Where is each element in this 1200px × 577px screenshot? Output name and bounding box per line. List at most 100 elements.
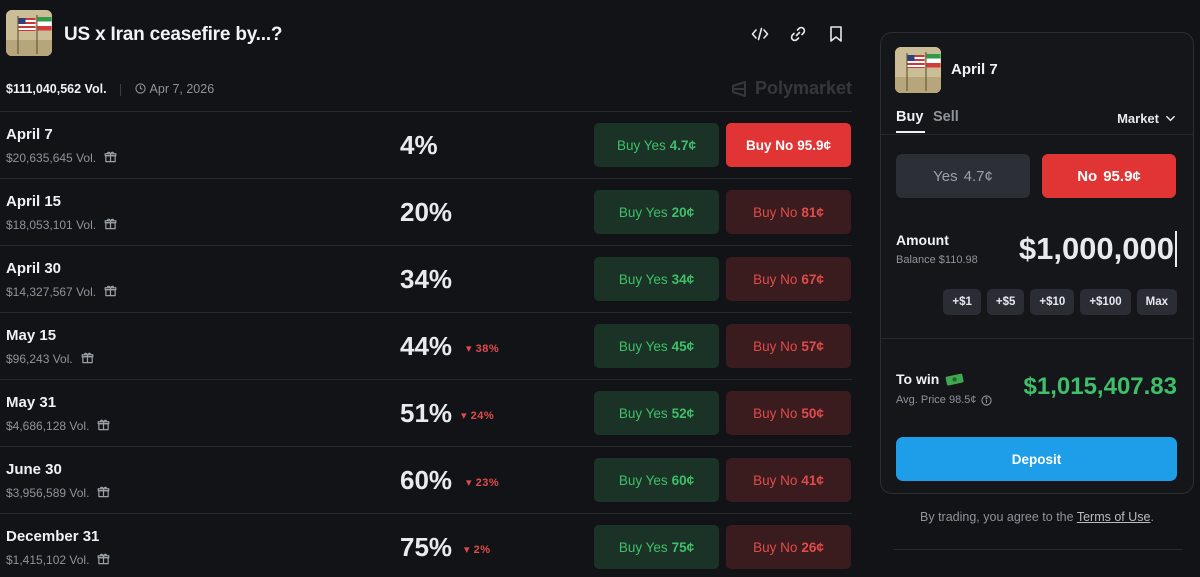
amount-input[interactable]: $1,000,000 <box>1019 231 1177 267</box>
outcome-row[interactable]: June 30 $3,956,589 Vol. 60% ▾ 23% Buy Ye… <box>0 446 852 513</box>
no-label: No <box>1077 167 1098 185</box>
panel-thumbnail <box>895 47 941 93</box>
probability-change: ▾ 38% <box>466 343 500 355</box>
buy-no-button[interactable]: Buy No 95.9¢ <box>726 123 851 167</box>
link-icon[interactable] <box>788 24 808 44</box>
buy-no-button[interactable]: Buy No 81¢ <box>726 190 851 234</box>
outcome-row[interactable]: December 31 $1,415,102 Vol. 75% ▾ 2% Buy… <box>0 513 852 577</box>
outcome-row[interactable]: April 30 $14,327,567 Vol. 34% Buy Yes 34¢… <box>0 245 852 312</box>
buy-no-label: Buy No <box>753 472 798 488</box>
gift-icon <box>97 485 110 501</box>
market-thumbnail <box>6 10 52 56</box>
tabs-divider <box>881 134 1193 135</box>
buy-yes-price: 20¢ <box>671 204 695 220</box>
outcome-volume: $1,415,102 Vol. <box>6 552 110 568</box>
buy-yes-button[interactable]: Buy Yes 52¢ <box>594 391 719 435</box>
to-win-text: To win <box>896 371 940 387</box>
order-type-label: Market <box>1117 111 1159 126</box>
outcome-row[interactable]: April 15 $18,053,101 Vol. 20% Buy Yes 20¢… <box>0 178 852 245</box>
buy-yes-button[interactable]: Buy Yes 45¢ <box>594 324 719 368</box>
gift-icon <box>97 418 110 434</box>
outcome-row[interactable]: April 7 $20,635,645 Vol. 4% Buy Yes 4.7¢ … <box>0 111 852 178</box>
buy-yes-button[interactable]: Buy Yes 34¢ <box>594 257 719 301</box>
terms-suffix: . <box>1150 510 1154 524</box>
outcome-row[interactable]: May 15 $96,243 Vol. 44% ▾ 38% Buy Yes 45¢… <box>0 312 852 379</box>
quick-add-100-button[interactable]: +$100 <box>1080 289 1131 315</box>
balance-text: Balance $110.98 <box>896 254 978 266</box>
outcome-probability: 34% <box>400 264 453 294</box>
buy-no-price: 26¢ <box>801 539 824 555</box>
outcome-yes-toggle[interactable]: Yes 4.7¢ <box>896 154 1030 198</box>
quick-add-5-button[interactable]: +$5 <box>986 289 1025 315</box>
quick-amounts: +$1 +$5 +$10 +$100 Max <box>943 289 1177 315</box>
buy-yes-button[interactable]: Buy Yes 4.7¢ <box>594 123 719 167</box>
gift-icon <box>97 552 110 568</box>
market-header: US x Iran ceasefire by...? <box>6 10 852 60</box>
info-icon[interactable] <box>980 394 992 406</box>
terms-of-use-link[interactable]: Terms of Use <box>1077 510 1151 524</box>
outcome-volume: $4,686,128 Vol. <box>6 418 110 434</box>
outcome-volume: $20,635,645 Vol. <box>6 150 117 166</box>
outcome-volume-text: $96,243 Vol. <box>6 352 73 366</box>
polymarket-logo-icon <box>731 80 746 97</box>
market-title: US x Iran ceasefire by...? <box>64 24 283 45</box>
quick-add-10-button[interactable]: +$10 <box>1030 289 1075 315</box>
probability-change: ▾ 23% <box>466 477 500 489</box>
buy-yes-price: 75¢ <box>671 539 695 555</box>
outcome-volume-text: $4,686,128 Vol. <box>6 419 90 433</box>
yes-label: Yes <box>933 167 958 185</box>
buy-yes-price: 52¢ <box>671 405 695 421</box>
buy-yes-button[interactable]: Buy Yes 20¢ <box>594 190 719 234</box>
gift-icon <box>104 150 117 166</box>
outcome-probability: 60% <box>400 465 453 495</box>
max-button[interactable]: Max <box>1136 289 1177 315</box>
buy-yes-button[interactable]: Buy Yes 75¢ <box>594 525 719 569</box>
amount-divider <box>881 338 1193 339</box>
buy-no-button[interactable]: Buy No 67¢ <box>726 257 851 301</box>
outcome-volume: $14,327,567 Vol. <box>6 284 117 300</box>
terms-notice: By trading, you agree to the Terms of Us… <box>880 510 1194 524</box>
outcome-volume: $3,956,589 Vol. <box>6 485 110 501</box>
outcome-probability: 20% <box>400 197 453 227</box>
outcome-probability: 51% <box>400 398 453 428</box>
buy-no-button[interactable]: Buy No 26¢ <box>726 525 851 569</box>
outcome-name: May 15 <box>6 327 57 344</box>
tab-sell[interactable]: Sell <box>933 109 959 125</box>
buy-no-button[interactable]: Buy No 50¢ <box>726 391 851 435</box>
buy-no-price: 95.9¢ <box>797 137 832 153</box>
outcome-volume-text: $14,327,567 Vol. <box>6 285 97 299</box>
outcome-no-toggle[interactable]: No 95.9¢ <box>1042 154 1176 198</box>
outcome-name: May 31 <box>6 394 57 411</box>
outcome-volume-text: $3,956,589 Vol. <box>6 486 90 500</box>
buy-no-price: 81¢ <box>801 204 824 220</box>
outcome-name: December 31 <box>6 528 100 545</box>
tab-buy[interactable]: Buy <box>896 109 923 125</box>
outcome-volume-text: $1,415,102 Vol. <box>6 553 90 567</box>
chevron-down-icon <box>1166 115 1175 122</box>
bottom-divider <box>893 549 1183 550</box>
quick-add-1-button[interactable]: +$1 <box>943 289 981 315</box>
outcome-name: April 30 <box>6 260 62 277</box>
no-price: 95.9¢ <box>1103 167 1141 185</box>
embed-code-icon[interactable] <box>750 24 770 44</box>
buy-no-price: 57¢ <box>801 338 824 354</box>
deposit-button[interactable]: Deposit <box>896 437 1177 481</box>
gift-icon <box>104 284 117 300</box>
trade-panel: April 7 Buy Sell Market Yes 4.7¢ No 95.9¢ … <box>880 32 1194 494</box>
buy-yes-label: Buy Yes <box>618 271 668 287</box>
terms-prefix: By trading, you agree to the <box>920 510 1074 524</box>
active-tab-indicator <box>896 131 925 133</box>
buy-yes-label: Buy Yes <box>618 405 668 421</box>
buy-no-label: Buy No <box>753 204 798 220</box>
bookmark-icon[interactable] <box>826 24 846 44</box>
probability-change: ▾ 2% <box>464 544 491 556</box>
buy-yes-button[interactable]: Buy Yes 60¢ <box>594 458 719 502</box>
buy-yes-label: Buy Yes <box>618 472 668 488</box>
order-type-dropdown[interactable]: Market <box>1117 111 1176 126</box>
outcome-row[interactable]: May 31 $4,686,128 Vol. 51% ▾ 24% Buy Yes… <box>0 379 852 446</box>
buy-no-button[interactable]: Buy No 41¢ <box>726 458 851 502</box>
buy-no-price: 67¢ <box>801 271 824 287</box>
trade-tabs: Buy Sell Market <box>896 109 1180 135</box>
buy-no-button[interactable]: Buy No 57¢ <box>726 324 851 368</box>
money-icon <box>945 373 964 386</box>
